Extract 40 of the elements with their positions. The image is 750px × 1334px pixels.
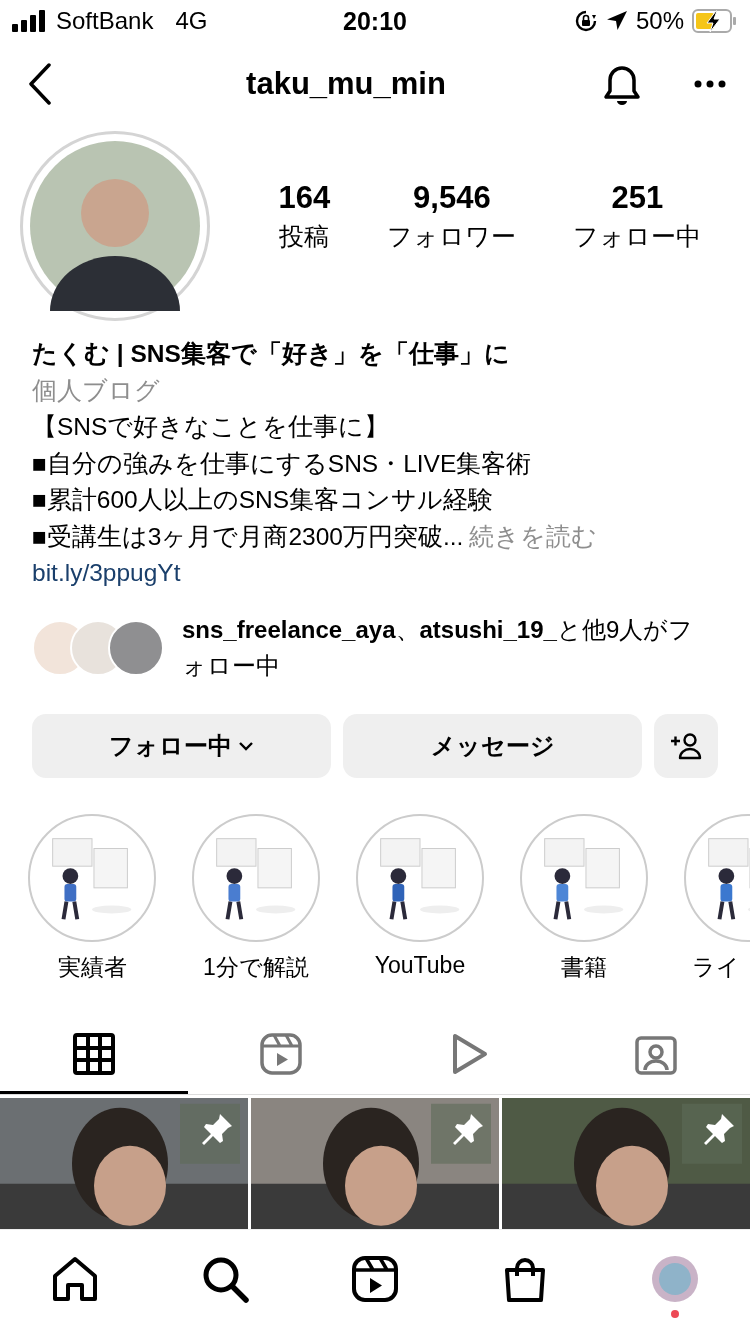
- network-type: 4G: [175, 7, 208, 35]
- home-icon[interactable]: [50, 1254, 100, 1304]
- battery-icon: [692, 9, 738, 33]
- stat-count: 251: [611, 179, 664, 216]
- message-button[interactable]: メッセージ: [343, 713, 643, 778]
- highlight-label: 1分で解説: [203, 952, 309, 982]
- stat-count: 9,546: [413, 179, 491, 216]
- location-icon: [605, 10, 628, 32]
- profile-category: 個人ブログ: [32, 375, 161, 406]
- add-person-icon: [670, 731, 703, 760]
- bio-line: ■受講生は3ヶ月で月商2300万円突破...: [32, 522, 464, 550]
- bio-line: ■累計600人以上のSNS集客コンサル経験: [32, 486, 494, 513]
- carrier-name: SoftBank: [56, 7, 154, 35]
- highlight-label: ライ: [692, 952, 740, 982]
- clock: 20:10: [343, 6, 407, 36]
- bio-line: 【SNSで好きなことを仕事に】: [32, 413, 390, 440]
- battery-percent: 50%: [635, 7, 684, 35]
- bio-line: ■自分の強みを仕事にするSNS・LIVE集客術: [32, 449, 532, 477]
- highlight-label: 実績者: [57, 952, 127, 982]
- reels-icon: [259, 1031, 304, 1076]
- highlight-label: 書籍: [561, 952, 607, 982]
- signal-icon: [12, 10, 48, 32]
- profile-name: たくむ | SNS集客で「好き」を「仕事」に: [32, 339, 511, 369]
- more-icon[interactable]: [694, 80, 726, 88]
- stat-label: フォロワー: [387, 220, 517, 252]
- stat-label: フォロー中: [573, 220, 702, 252]
- add-person-button[interactable]: [654, 713, 718, 778]
- username-title: taku_mu_min: [245, 66, 447, 102]
- following-button[interactable]: フォロー中: [32, 713, 332, 778]
- follower-avatar: [108, 619, 164, 676]
- rotation-lock-icon: [573, 9, 598, 33]
- stat-label: 投稿: [279, 220, 330, 252]
- stat-count: 164: [278, 179, 331, 216]
- followed-by-text[interactable]: sns_freelance_aya、atsushi_19_と他9人がフォロー中: [182, 611, 712, 684]
- back-icon[interactable]: [28, 63, 52, 105]
- highlight-label: YouTube: [374, 951, 466, 979]
- grid-icon: [71, 1031, 116, 1076]
- bio-link[interactable]: bit.ly/3ppugYt: [32, 555, 718, 592]
- reels-icon[interactable]: [350, 1254, 400, 1304]
- caret-icon: [238, 740, 255, 751]
